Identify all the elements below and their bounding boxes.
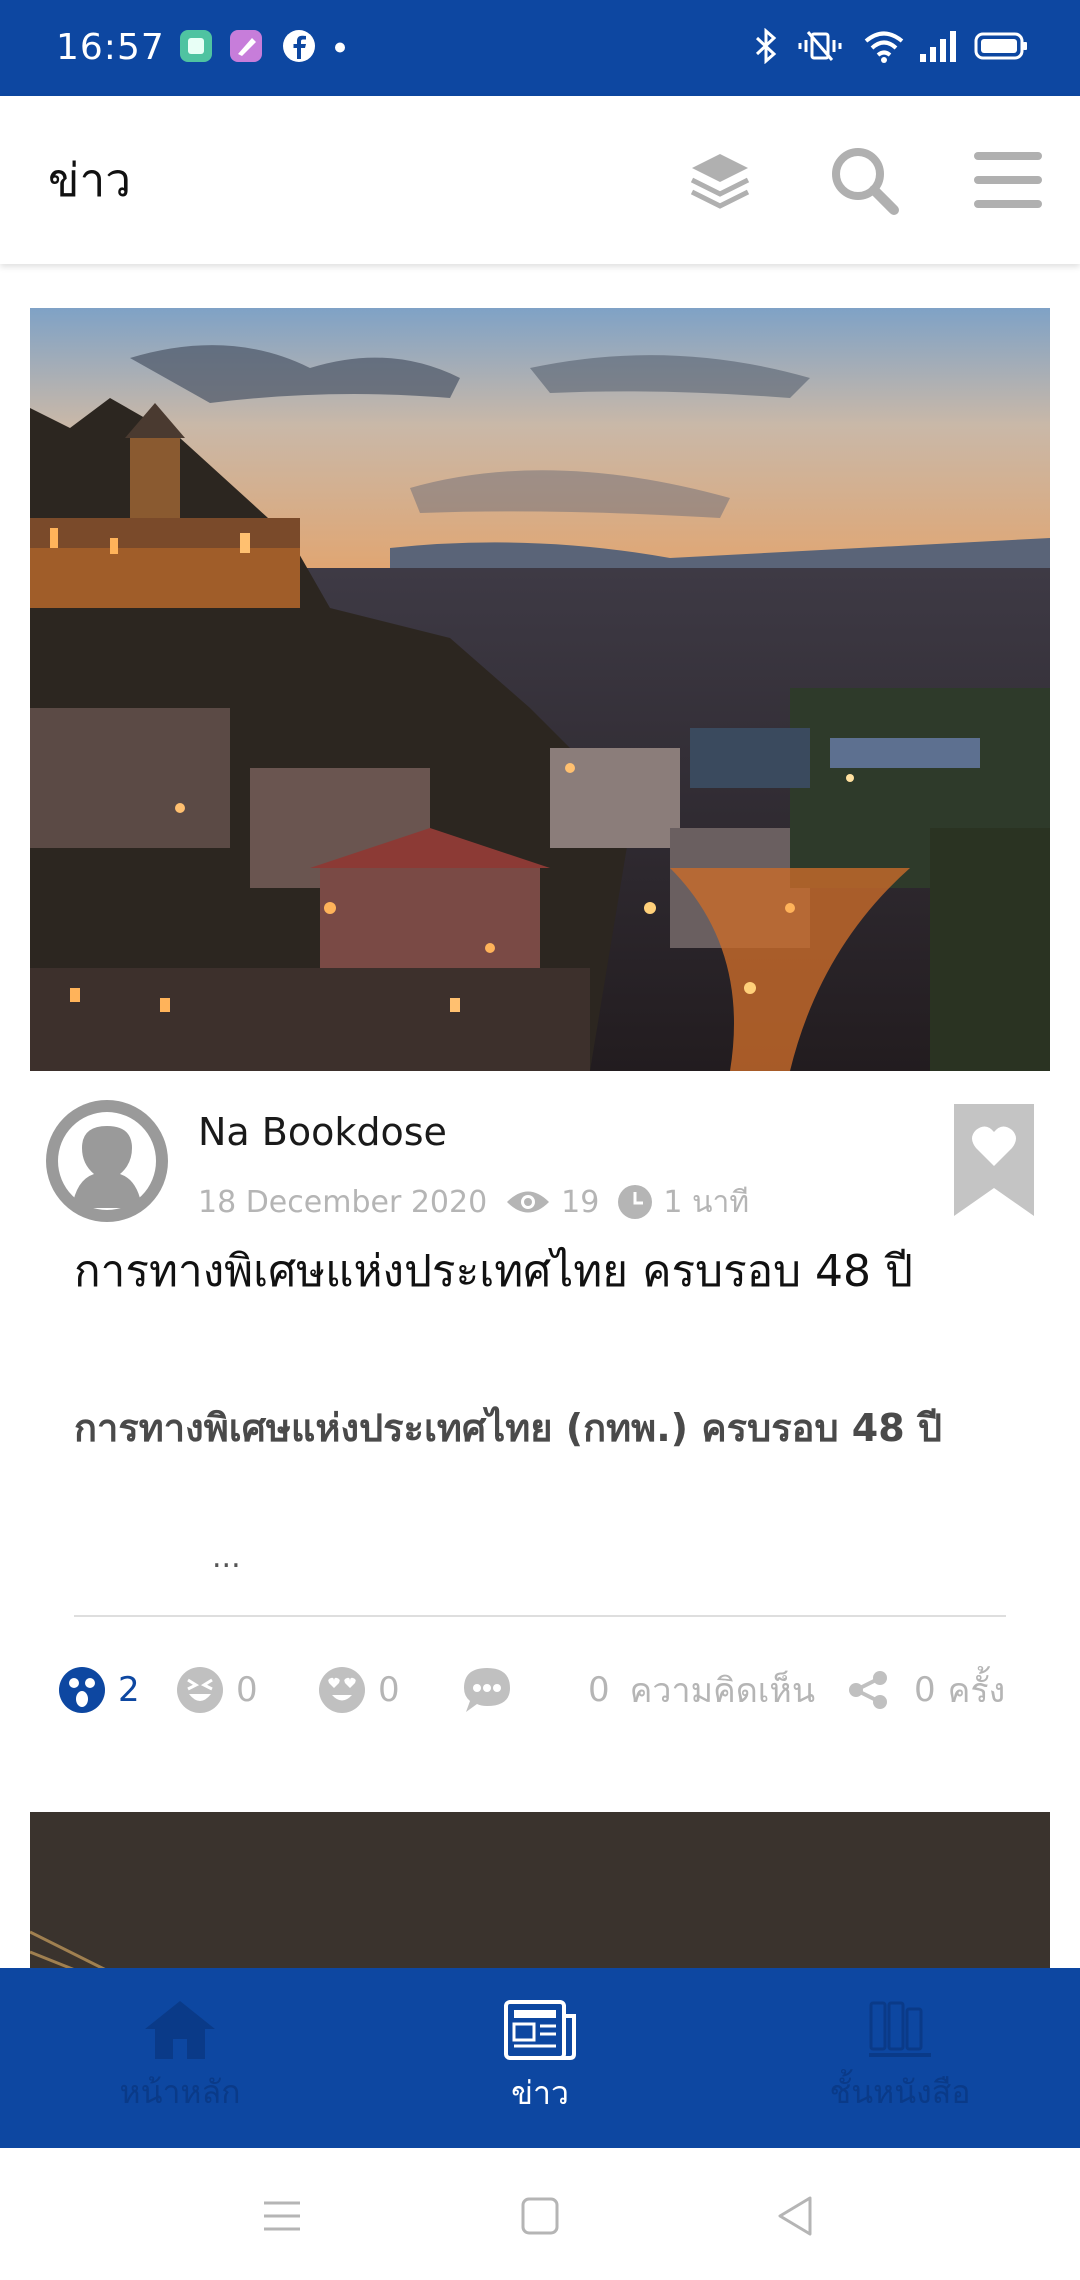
vibrate-icon (796, 28, 844, 68)
nav-home[interactable]: หน้าหลัก (80, 1968, 280, 2148)
comment-button[interactable] (462, 1660, 512, 1720)
laugh-icon (176, 1666, 224, 1714)
layers-icon[interactable] (680, 140, 760, 220)
article-image[interactable] (30, 308, 1050, 1071)
post-meta: 18 December 2020 19 1 นาที (198, 1180, 749, 1224)
recents-icon[interactable] (252, 2188, 312, 2244)
home-icon (143, 1999, 217, 2061)
reaction-love-count: 0 (378, 1670, 400, 1710)
nav-home-label: หน้าหลัก (119, 2072, 241, 2111)
facebook-icon (282, 29, 316, 67)
app-bar: ข่าว (0, 96, 1080, 264)
bottom-nav: หน้าหลัก ข่าว ชั้นหนังสือ (0, 1968, 1080, 2148)
shares-count: 0 (914, 1670, 936, 1710)
system-nav-bar (0, 2148, 1080, 2280)
battery-icon (974, 31, 1028, 65)
love-icon (318, 1666, 366, 1714)
comment-icon (462, 1666, 512, 1714)
article-headline[interactable]: การทางพิเศษแห่งประเทศไทย ครบรอบ 48 ปี (74, 1240, 1024, 1304)
dot-icon (334, 39, 346, 58)
reaction-wow-count: 2 (118, 1670, 140, 1710)
signal-icon (918, 28, 958, 68)
clock-icon (617, 1184, 653, 1220)
news-icon (502, 1998, 578, 2062)
view-count: 19 (561, 1184, 600, 1220)
next-article-image[interactable] (30, 1812, 1050, 1972)
bluetooth-icon (752, 27, 780, 68)
comments-summary[interactable]: 0 ความคิดเห็น (588, 1660, 815, 1720)
reaction-laugh-count: 0 (236, 1670, 258, 1710)
nav-bookshelf-label: ชั้นหนังสือ (829, 2072, 971, 2111)
search-icon[interactable] (824, 140, 904, 220)
back-icon[interactable] (766, 2188, 826, 2244)
nav-news[interactable]: ข่าว (440, 1968, 640, 2148)
menu-icon[interactable] (968, 140, 1048, 220)
share-button[interactable]: 0 ครั้ง (848, 1660, 1005, 1720)
status-bar: 16:57 (0, 0, 1080, 96)
app-icon-green (178, 28, 214, 68)
wow-icon (58, 1666, 106, 1714)
eye-icon (505, 1187, 551, 1217)
wifi-icon (862, 28, 906, 68)
shares-label: ครั้ง (947, 1671, 1006, 1711)
avatar[interactable] (46, 1100, 168, 1222)
share-icon (848, 1670, 888, 1710)
post-date: 18 December 2020 (198, 1184, 488, 1220)
reaction-laugh[interactable]: 0 (176, 1660, 258, 1720)
bookmark-icon[interactable] (954, 1104, 1034, 1216)
article-subheadline: การทางพิเศษแห่งประเทศไทย (กทพ.) ครบรอบ 4… (74, 1406, 943, 1450)
bookshelf-icon (867, 1999, 933, 2061)
home-button-icon[interactable] (510, 2188, 570, 2244)
page-title: ข่าว (48, 153, 132, 207)
app-icon-pink (228, 28, 264, 68)
author-name[interactable]: Na Bookdose (198, 1110, 447, 1154)
reaction-bar: 2 0 0 0 ความคิดเห็น 0 ครั้ง (58, 1660, 1058, 1720)
nav-bookshelf[interactable]: ชั้นหนังสือ (800, 1968, 1000, 2148)
status-time: 16:57 (56, 27, 165, 68)
nav-news-label: ข่าว (511, 2073, 569, 2112)
comments-count: 0 (588, 1670, 610, 1710)
article-excerpt: ... (212, 1540, 241, 1575)
reaction-wow[interactable]: 2 (58, 1660, 140, 1720)
reaction-love[interactable]: 0 (318, 1660, 400, 1720)
divider (74, 1615, 1006, 1617)
comments-label: ความคิดเห็น (629, 1671, 816, 1711)
read-time: 1 นาที (663, 1184, 750, 1220)
